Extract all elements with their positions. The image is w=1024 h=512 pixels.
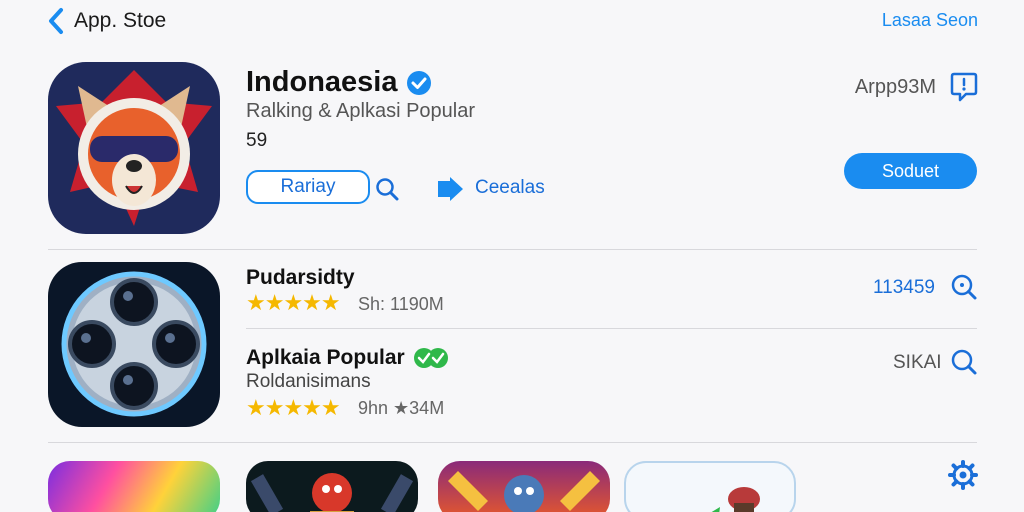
app-thumbnail-light[interactable] [624,461,796,512]
app-thumbnail-game-2[interactable] [438,461,610,512]
search-icon[interactable] [374,176,400,202]
app-title-text: Indonaesia [246,66,398,98]
rating-pill-button[interactable]: Rariay [246,170,370,204]
top-link[interactable]: Lasaa Seon [882,10,978,31]
divider [246,328,977,329]
row2-right-value: SIKAI [893,352,942,373]
divider [48,442,977,443]
gear-icon[interactable] [948,460,978,490]
back-button[interactable]: App. Stoe [44,6,166,36]
row1-meta: Sh: 1190M [358,294,444,314]
back-chevron-icon [49,8,63,34]
top-bar: App. Stoe Lasaa Seon [0,0,1024,44]
row2-stars: ★★★★★ [246,395,341,420]
app-icon-fox[interactable] [48,62,220,234]
row2-title[interactable]: Aplkaia Popular [246,346,449,370]
back-label: App. Stoe [74,9,167,32]
app-thumbnail-gradient[interactable] [48,461,220,512]
row1-stars: ★★★★★ [246,290,341,315]
divider [48,249,977,250]
get-button[interactable]: Soduet [844,153,977,189]
share-arrow-icon[interactable] [436,177,464,201]
search-icon[interactable] [950,348,978,376]
row1-title[interactable]: Pudarsidty [246,266,355,290]
row2-meta: 9hn ★34M [358,398,445,418]
chat-bubble-icon[interactable] [950,70,978,102]
app-subtitle: Ralking & Aplkasi Popular [246,100,476,122]
app-thumbnail-game-1[interactable] [246,461,418,512]
row2-subtitle: Roldanisimans [246,371,371,392]
verified-badge-icon [406,70,431,95]
row1-right-value: 113459 [873,277,935,298]
row2-title-text: Aplkaia Popular [246,346,405,369]
green-badge-icon [413,348,448,368]
app-title: Indonaesia [246,66,432,99]
app-number: 59 [246,130,268,151]
app-size-label: Arpp93M [854,76,936,98]
share-label[interactable]: Ceealas [475,177,545,199]
search-icon[interactable] [950,273,978,301]
app-icon-camera[interactable] [48,262,220,427]
